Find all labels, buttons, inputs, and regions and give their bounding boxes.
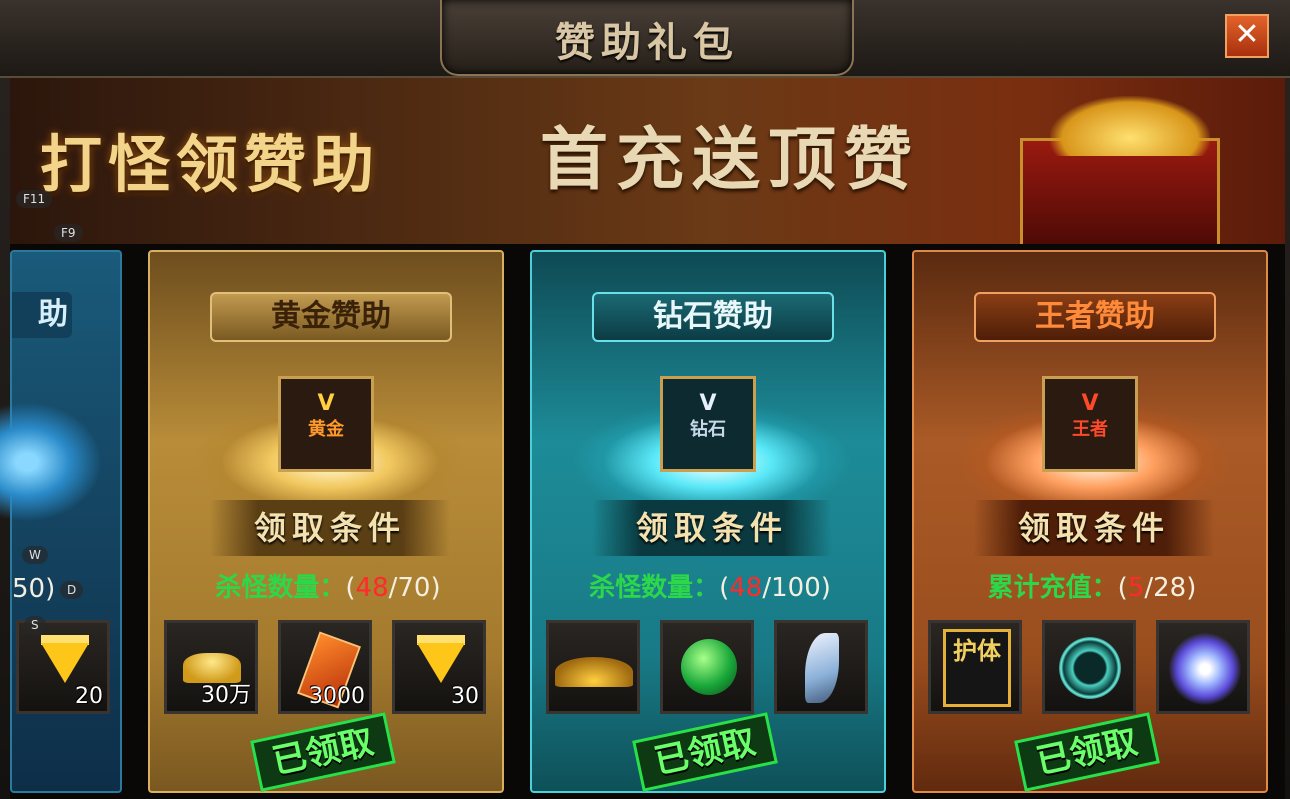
hotkey-d[interactable]: D [60, 581, 84, 599]
reward-slot[interactable] [1156, 620, 1250, 714]
window-title: 赞助礼包 [555, 19, 739, 66]
badge-v: V [699, 391, 717, 416]
lotus-orb-icon [1169, 633, 1241, 705]
promo-banner: 打怪领赞助 首充送顶赞 [10, 78, 1285, 244]
reward-slot[interactable] [774, 620, 868, 714]
claim-condition-title: 领取条件 [592, 500, 832, 556]
gold-vip-badge: V 黄金 [278, 376, 374, 472]
progress-open: ( [719, 573, 730, 603]
gold-pile-icon [1050, 96, 1210, 156]
jade-orb-icon [681, 639, 737, 695]
reward-slot[interactable]: 护体 [928, 620, 1022, 714]
partial-card: 助 50) 20 [0, 250, 122, 793]
sponsor-window: 赞助礼包 ✕ 打怪领赞助 首充送顶赞 F11 F9 助 50) 20 W D S… [0, 0, 1290, 799]
progress-open: ( [1117, 573, 1128, 603]
partial-progress: 50) [12, 574, 56, 604]
card-title: 黄金赞助 [210, 292, 452, 342]
diamond-vip-badge: V 钻石 [660, 376, 756, 472]
item-qty: 30万 [201, 683, 251, 708]
progress-label: 累计充值： [987, 573, 1118, 603]
claimed-stamp[interactable]: 已领取 [1014, 712, 1160, 792]
progress-rest: /28) [1144, 573, 1197, 603]
badge-v: V [1081, 391, 1099, 416]
king-vip-badge: V 王者 [1042, 376, 1138, 472]
gold-sponsor-card: 黄金赞助 V 黄金 领取条件 杀怪数量：(48/70) 30万 3000 30 … [148, 250, 504, 793]
reward-slot[interactable]: 3000 [278, 620, 372, 714]
progress-label: 杀怪数量： [589, 573, 720, 603]
diamond-icon-body [417, 643, 465, 683]
item-qty: 3000 [309, 684, 365, 709]
badge-text: 王者 [1072, 419, 1108, 440]
reward-slot[interactable] [660, 620, 754, 714]
blade-icon [805, 633, 839, 703]
title-bar: 赞助礼包 ✕ [0, 0, 1290, 78]
reward-items [546, 620, 886, 716]
kill-progress: 杀怪数量：(48/100) [532, 567, 888, 604]
hotkey-w[interactable]: W [22, 546, 48, 564]
partial-item-slot[interactable]: 20 [16, 620, 110, 714]
kill-progress: 杀怪数量：(48/70) [150, 567, 506, 604]
reward-slot[interactable]: 30 [392, 620, 486, 714]
hotkey-f9[interactable]: F9 [54, 224, 83, 242]
partial-card-name: 助 [12, 292, 72, 338]
progress-rest: /100) [762, 573, 831, 603]
progress-current: 48 [729, 573, 763, 603]
banner-left-slogan: 打怪领赞助 [40, 128, 381, 201]
diamond-sponsor-card: 钻石赞助 V 钻石 领取条件 杀怪数量：(48/100) 已领取 [530, 250, 886, 793]
claimed-stamp[interactable]: 已领取 [632, 712, 778, 792]
banner-right-slogan: 首充送顶赞 [540, 120, 921, 200]
badge-text: 黄金 [308, 419, 344, 440]
partial-emblem-glow [0, 402, 102, 522]
diamond-icon-body [41, 643, 89, 683]
card-title: 钻石赞助 [592, 292, 834, 342]
card-list: 助 50) 20 W D S 黄金赞助 V 黄金 领取条件 杀怪数量：(48/7… [0, 244, 1285, 799]
hotkey-s[interactable]: S [24, 616, 46, 634]
king-sponsor-card: 王者赞助 V 王者 领取条件 累计充值：(5/28) 护体 已领取 [912, 250, 1268, 793]
reward-slot[interactable] [1042, 620, 1136, 714]
item-qty: 20 [75, 684, 103, 709]
reward-slot[interactable]: 30万 [164, 620, 258, 714]
item-qty: 30 [451, 684, 479, 709]
reward-items: 30万 3000 30 [164, 620, 504, 716]
hotkey-f11[interactable]: F11 [16, 190, 53, 208]
claim-condition-title: 领取条件 [974, 500, 1214, 556]
badge-v: V [317, 391, 335, 416]
claim-condition-title: 领取条件 [210, 500, 450, 556]
card-title: 王者赞助 [974, 292, 1216, 342]
progress-label: 杀怪数量： [215, 573, 346, 603]
jade-ring-icon [1059, 637, 1121, 699]
reward-items: 护体 [928, 620, 1268, 716]
recharge-progress: 累计充值：(5/28) [914, 567, 1270, 604]
title-plate: 赞助礼包 [440, 0, 854, 76]
progress-current: 48 [355, 573, 389, 603]
claimed-stamp[interactable]: 已领取 [250, 712, 396, 792]
reward-slot[interactable] [546, 620, 640, 714]
golden-hat-icon [555, 657, 633, 687]
badge-text: 钻石 [690, 419, 726, 440]
progress-rest: /70) [388, 573, 441, 603]
progress-open: ( [345, 573, 356, 603]
close-button[interactable]: ✕ [1225, 14, 1269, 58]
progress-current: 5 [1127, 573, 1145, 603]
protection-book-icon: 护体 [943, 629, 1011, 707]
